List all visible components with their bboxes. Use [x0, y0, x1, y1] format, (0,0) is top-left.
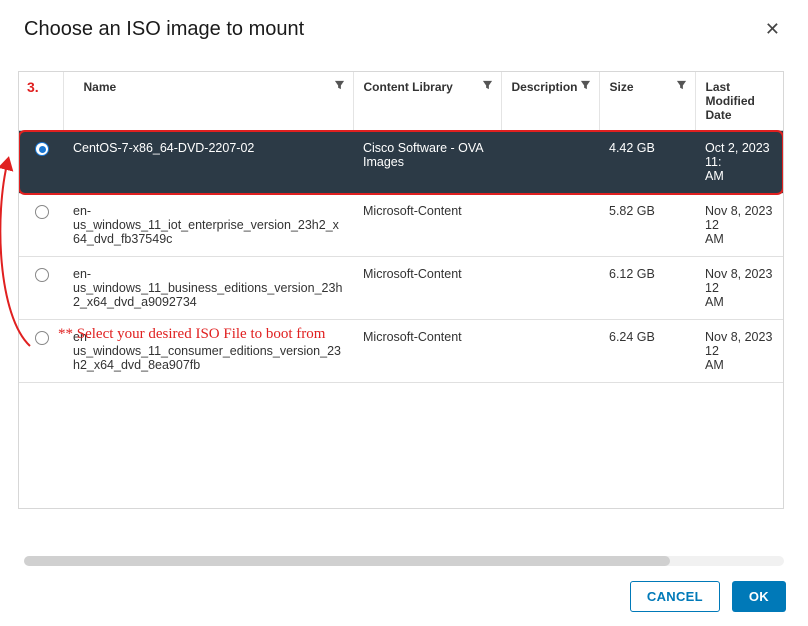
- col-size-label: Size: [610, 80, 634, 94]
- filter-icon[interactable]: [482, 80, 493, 91]
- radio-cell[interactable]: [19, 131, 63, 194]
- dialog-title: Choose an ISO image to mount: [24, 18, 304, 41]
- cell-last-modified: Nov 8, 2023 12AM: [695, 257, 783, 320]
- cell-size: 6.12 GB: [599, 257, 695, 320]
- col-name-label: Name: [84, 80, 117, 94]
- iso-mount-dialog: Choose an ISO image to mount ✕ 3. Name C…: [0, 0, 808, 509]
- col-description-header[interactable]: Description: [501, 72, 599, 131]
- cell-description: [501, 320, 599, 383]
- filter-icon[interactable]: [676, 80, 687, 91]
- cell-description: [501, 194, 599, 257]
- col-size-header[interactable]: Size: [599, 72, 695, 131]
- col-content-library-label: Content Library: [364, 80, 453, 94]
- filter-icon[interactable]: [580, 80, 591, 91]
- ok-button[interactable]: OK: [732, 581, 786, 612]
- table-row[interactable]: en-us_windows_11_consumer_editions_versi…: [19, 320, 783, 383]
- dialog-footer: CANCEL OK: [630, 581, 786, 612]
- cell-content-library: Microsoft-Content: [353, 320, 501, 383]
- horizontal-scrollbar[interactable]: [24, 556, 784, 566]
- radio-unchecked-icon[interactable]: [35, 205, 49, 219]
- cell-content-library: Microsoft-Content: [353, 194, 501, 257]
- cell-name: en-us_windows_11_consumer_editions_versi…: [63, 320, 353, 383]
- cell-last-modified: Nov 8, 2023 12AM: [695, 194, 783, 257]
- cancel-button[interactable]: CANCEL: [630, 581, 720, 612]
- table-row[interactable]: en-us_windows_11_iot_enterprise_version_…: [19, 194, 783, 257]
- cell-description: [501, 257, 599, 320]
- cell-name: en-us_windows_11_iot_enterprise_version_…: [63, 194, 353, 257]
- col-description-label: Description: [512, 80, 578, 94]
- iso-table-body: CentOS-7-x86_64-DVD-2207-02 Cisco Softwa…: [19, 131, 783, 383]
- radio-cell[interactable]: [19, 320, 63, 383]
- filter-icon[interactable]: [334, 80, 345, 91]
- col-last-modified-header[interactable]: Last Modified Date: [695, 72, 783, 131]
- table-body-area: Name Content Library Description Size: [19, 72, 783, 508]
- iso-table: Name Content Library Description Size: [19, 72, 783, 383]
- cell-size: 6.24 GB: [599, 320, 695, 383]
- cell-name: en-us_windows_11_business_editions_versi…: [63, 257, 353, 320]
- cell-size: 4.42 GB: [599, 131, 695, 194]
- cell-name: CentOS-7-x86_64-DVD-2207-02: [63, 131, 353, 194]
- table-header-row: Name Content Library Description Size: [19, 72, 783, 131]
- scrollbar-thumb[interactable]: [24, 556, 670, 566]
- radio-unchecked-icon[interactable]: [35, 331, 49, 345]
- step-number-annotation: 3.: [27, 79, 39, 95]
- col-content-library-header[interactable]: Content Library: [353, 72, 501, 131]
- radio-unchecked-icon[interactable]: [35, 268, 49, 282]
- radio-cell[interactable]: [19, 257, 63, 320]
- cell-content-library: Cisco Software - OVA Images: [353, 131, 501, 194]
- radio-cell[interactable]: [19, 194, 63, 257]
- table-row[interactable]: CentOS-7-x86_64-DVD-2207-02 Cisco Softwa…: [19, 131, 783, 194]
- col-last-modified-label: Last Modified Date: [706, 80, 755, 122]
- close-icon[interactable]: ✕: [761, 18, 784, 40]
- cell-last-modified: Oct 2, 2023 11:AM: [695, 131, 783, 194]
- col-name-header[interactable]: Name: [63, 72, 353, 131]
- cell-description: [501, 131, 599, 194]
- iso-table-wrapper: 3. Name Content Library: [18, 71, 784, 509]
- cell-size: 5.82 GB: [599, 194, 695, 257]
- dialog-header: Choose an ISO image to mount ✕: [24, 18, 784, 41]
- cell-content-library: Microsoft-Content: [353, 257, 501, 320]
- table-row[interactable]: en-us_windows_11_business_editions_versi…: [19, 257, 783, 320]
- col-radio-header: [19, 72, 63, 131]
- cell-last-modified: Nov 8, 2023 12AM: [695, 320, 783, 383]
- radio-checked-icon[interactable]: [35, 142, 49, 156]
